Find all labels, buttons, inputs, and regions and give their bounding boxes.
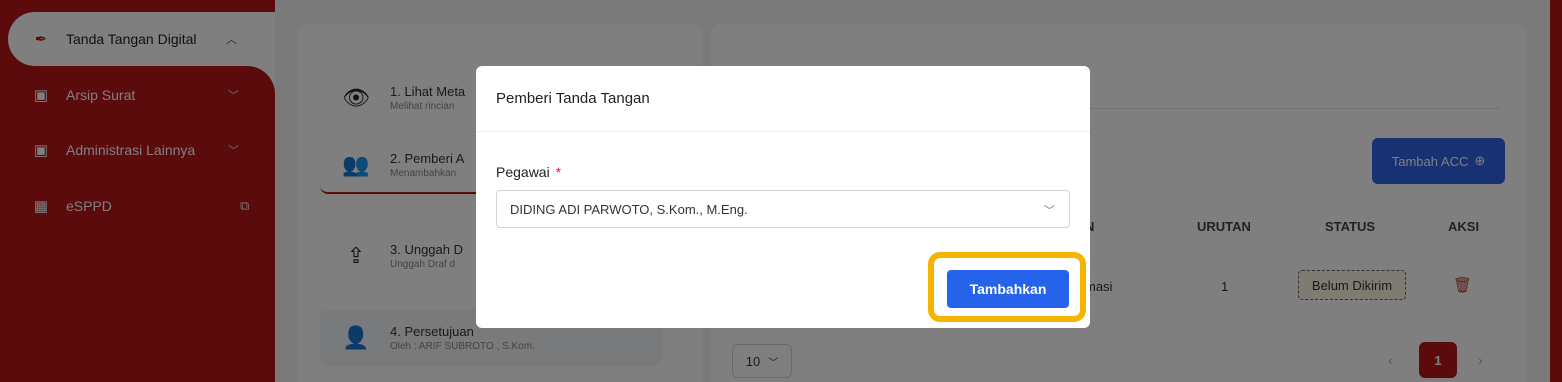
- pegawai-selected-value: DIDING ADI PARWOTO, S.Kom., M.Eng.: [510, 201, 748, 217]
- pemberi-tanda-tangan-modal: Pemberi Tanda Tangan Pegawai * DIDING ADI…: [476, 66, 1090, 328]
- required-mark: *: [555, 164, 562, 180]
- pegawai-select[interactable]: DIDING ADI PARWOTO, S.Kom., M.Eng. ﹀: [496, 190, 1070, 228]
- pegawai-label-text: Pegawai: [496, 164, 550, 180]
- tambahkan-button[interactable]: Tambahkan: [947, 270, 1069, 308]
- pegawai-label: Pegawai *: [496, 164, 561, 180]
- modal-title: Pemberi Tanda Tangan: [476, 66, 1090, 132]
- chevron-down-icon: ﹀: [1044, 205, 1055, 217]
